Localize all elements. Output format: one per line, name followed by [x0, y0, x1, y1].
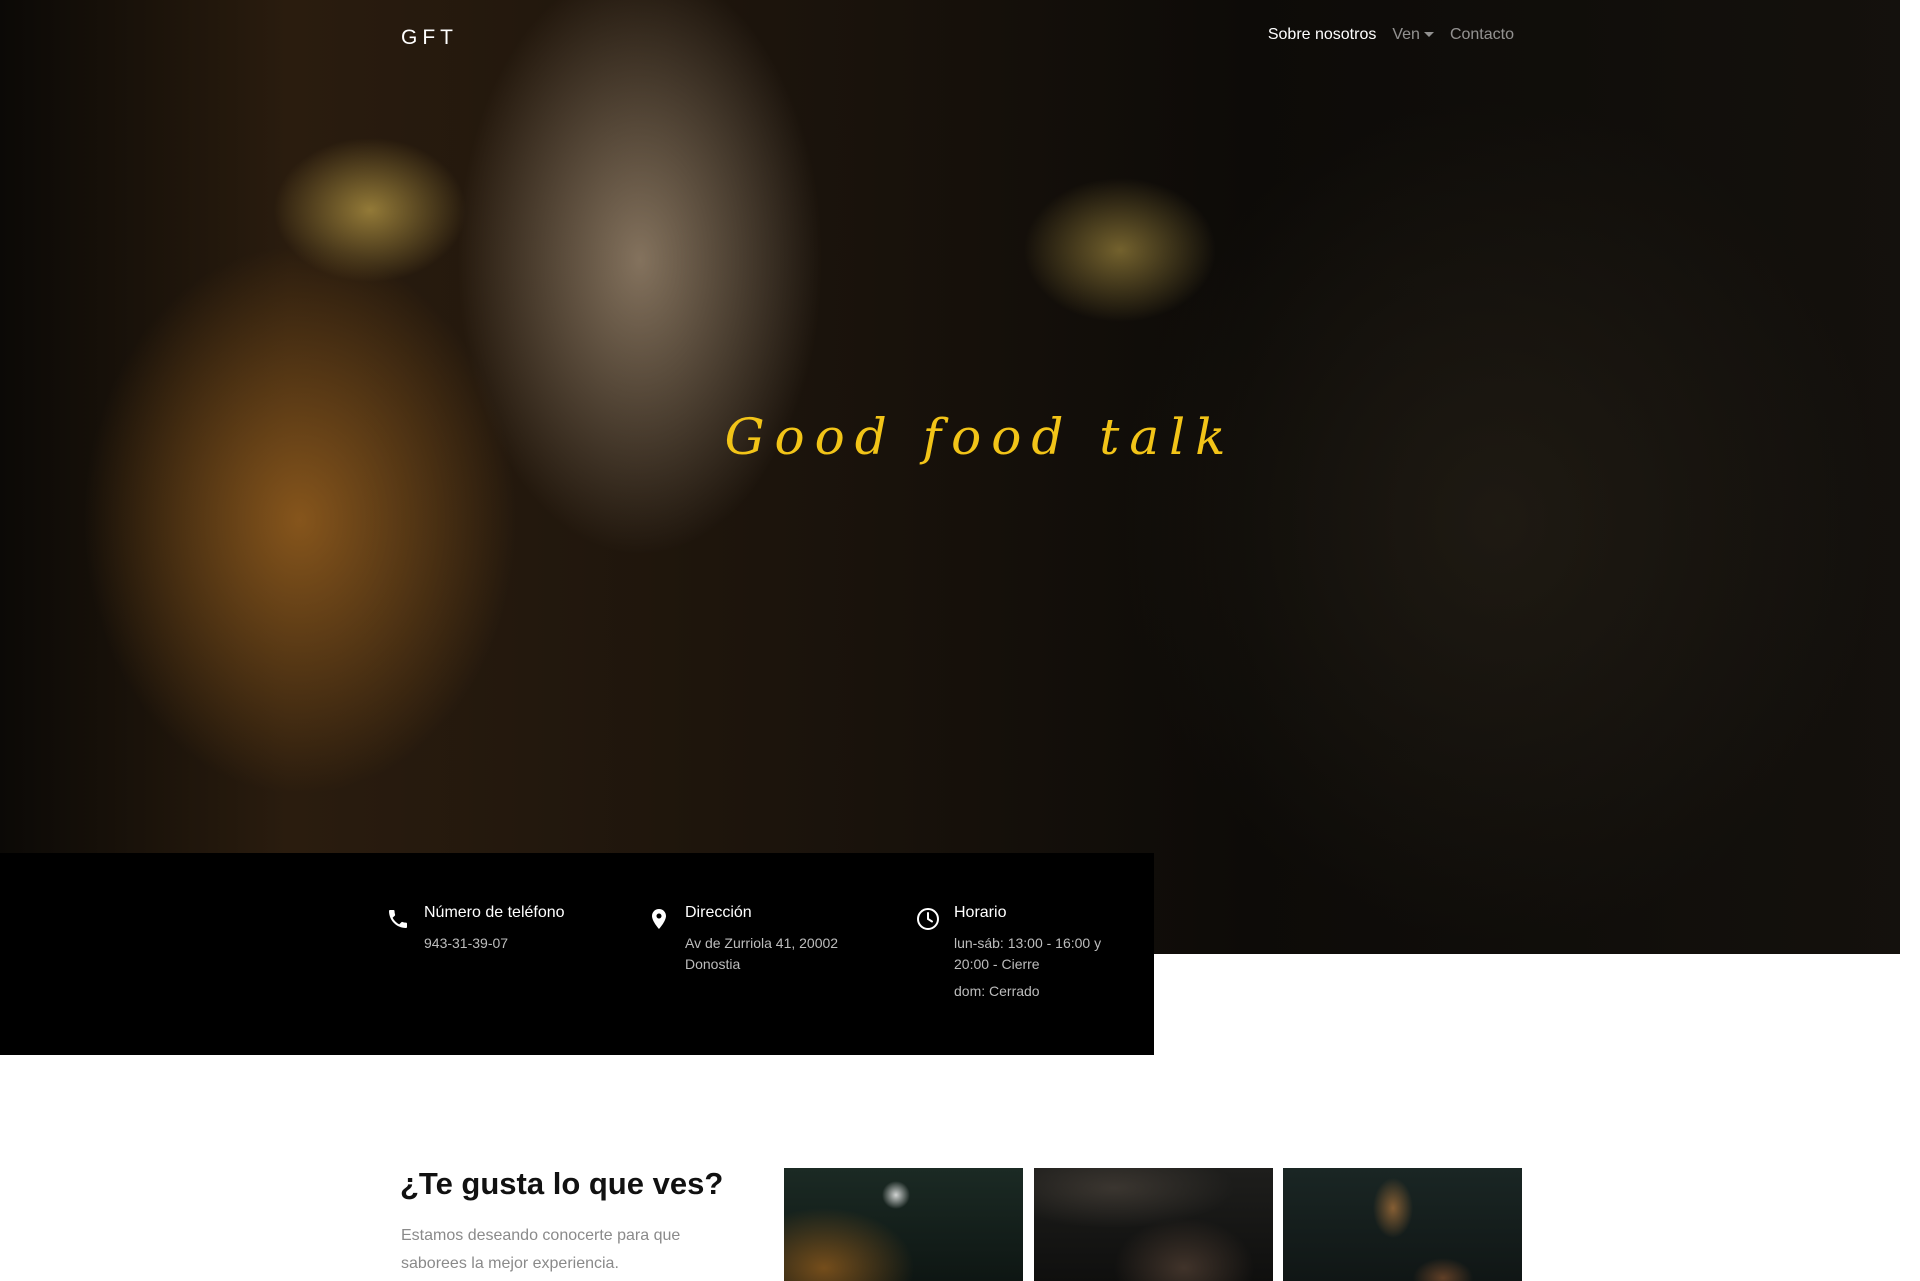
- info-phone: Número de teléfono 943-31-39-07: [386, 903, 565, 954]
- nav-link-contacto[interactable]: Contacto: [1450, 26, 1514, 44]
- hours-line-3: dom: Cerrado: [954, 983, 1040, 999]
- info-bar: Número de teléfono 943-31-39-07 Direcció…: [0, 853, 1154, 1055]
- nav-dropdown-ven-label: Ven: [1392, 26, 1420, 43]
- nav-dropdown-ven[interactable]: Ven: [1392, 26, 1434, 44]
- brand-logo[interactable]: GFT: [401, 26, 458, 50]
- main-nav: Sobre nosotros Ven Contacto: [1268, 26, 1514, 44]
- caret-down-icon: [1423, 32, 1434, 38]
- hero-edge: [1900, 0, 1920, 954]
- phone-icon: [389, 910, 407, 928]
- info-address: Dirección Av de Zurriola 41, 20002 Donos…: [647, 903, 838, 975]
- clock-icon: [917, 908, 939, 930]
- map-pin-icon: [652, 909, 666, 929]
- cta-text: Estamos deseando conocerte para que sabo…: [401, 1227, 681, 1272]
- address-title: Dirección: [685, 904, 752, 921]
- cta-title: ¿Te gusta lo que ves?: [400, 1166, 724, 1201]
- phone-value: 943-31-39-07: [424, 935, 509, 951]
- hours-line-1: lun-sáb: 13:00 - 16:00 y: [954, 935, 1102, 951]
- hero-section: GFT Sobre nosotros Ven Contacto Good foo…: [0, 0, 1920, 954]
- gallery-image-2[interactable]: [1034, 1168, 1273, 1281]
- hero-tagline: Good food talk: [724, 408, 1236, 466]
- gallery-image-3[interactable]: [1283, 1168, 1522, 1281]
- address-line-2: Donostia: [685, 956, 741, 972]
- address-line-1: Av de Zurriola 41, 20002: [685, 935, 839, 951]
- phone-title: Número de teléfono: [424, 904, 565, 921]
- hours-line-2: 20:00 - Cierre: [954, 956, 1040, 972]
- nav-link-sobre-nosotros[interactable]: Sobre nosotros: [1268, 26, 1377, 44]
- hours-title: Horario: [954, 904, 1007, 921]
- info-hours: Horario lun-sáb: 13:00 - 16:00 y 20:00 -…: [916, 903, 1101, 1002]
- gallery-image-1[interactable]: [784, 1168, 1023, 1281]
